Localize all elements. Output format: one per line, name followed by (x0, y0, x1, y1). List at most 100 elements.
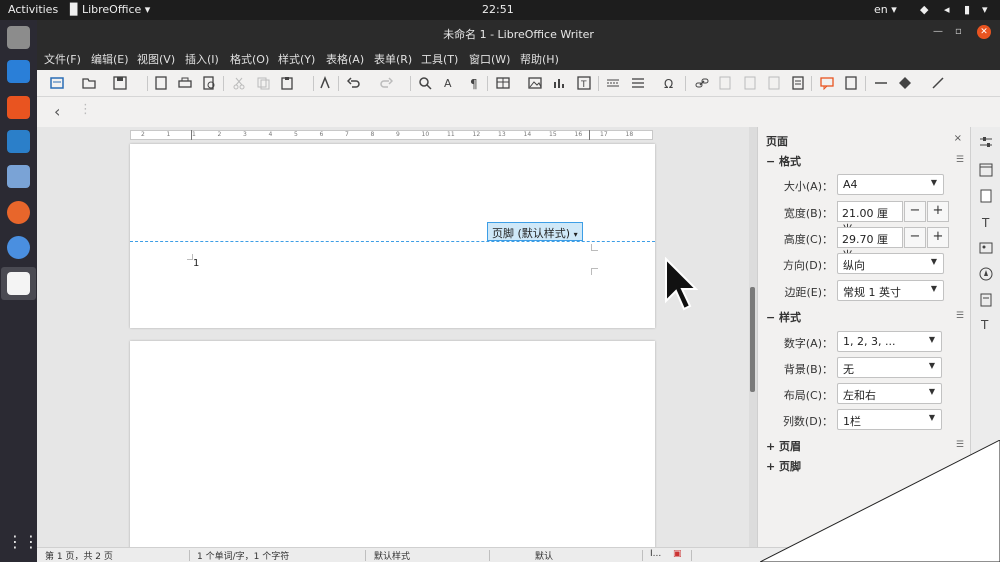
page-count-status[interactable]: 第 1 页，共 2 页 (45, 549, 113, 562)
insert-chart-icon[interactable] (552, 76, 566, 90)
menu-table[interactable]: 表格(A) (326, 51, 364, 67)
menu-form[interactable]: 表单(R) (374, 51, 412, 67)
horizontal-ruler[interactable]: 2 1 1 2 3 4 5 6 7 8 9 10 11 12 13 14 15 16 17 18 (130, 130, 653, 140)
clone-formatting-icon[interactable] (318, 76, 332, 90)
save-icon[interactable] (113, 76, 127, 90)
new-document-icon[interactable] (50, 76, 64, 90)
numbers-dropdown[interactable]: 1, 2, 3, ... ▼ (837, 331, 942, 352)
volume-icon[interactable]: ◂ (944, 3, 950, 16)
page-2[interactable] (130, 341, 655, 551)
back-icon[interactable]: ‹ (54, 102, 60, 121)
menu-styles[interactable]: 样式(Y) (278, 51, 315, 67)
print-icon[interactable] (178, 76, 192, 90)
help-icon[interactable] (7, 130, 30, 153)
width-decrease-button[interactable]: − (904, 201, 926, 222)
manage-changes-icon[interactable] (979, 293, 993, 307)
height-decrease-button[interactable]: − (904, 227, 926, 248)
insert-footnote-icon[interactable] (718, 76, 732, 90)
menu-format[interactable]: 格式(O) (230, 51, 269, 67)
system-menu-caret-icon[interactable]: ▾ (982, 3, 988, 16)
language-indicator[interactable]: en ▾ (874, 3, 897, 16)
styles-section-header[interactable]: − 样式 (766, 309, 801, 325)
basic-shapes-icon[interactable] (898, 76, 912, 90)
width-field[interactable]: 21.00 厘米 (837, 201, 903, 236)
page-number-field[interactable]: 1 (193, 258, 199, 269)
gallery-icon[interactable] (979, 241, 993, 255)
size-dropdown[interactable]: A4 ▼ (837, 174, 944, 195)
insert-bookmark-icon[interactable] (767, 76, 781, 90)
style-inspector-icon[interactable]: T (979, 215, 993, 229)
insert-cross-reference-icon[interactable] (791, 76, 805, 90)
menu-view[interactable]: 视图(V) (137, 51, 175, 67)
writer-document-icon[interactable] (7, 272, 30, 295)
battery-icon[interactable]: ▮ (964, 3, 970, 16)
maximize-icon[interactable]: ▫ (955, 26, 962, 37)
right-margin-marker[interactable] (589, 130, 597, 140)
print-preview-icon[interactable] (202, 76, 216, 90)
export-pdf-icon[interactable] (154, 76, 168, 90)
insert-image-icon[interactable] (528, 76, 542, 90)
orientation-dropdown[interactable]: 纵向 ▼ (837, 253, 944, 274)
insert-endnote-icon[interactable] (743, 76, 757, 90)
redo-icon[interactable] (379, 76, 393, 90)
clock[interactable]: 22:51 (482, 3, 514, 16)
app-menu[interactable]: ▉ LibreOffice ▾ (70, 3, 150, 16)
libreoffice-writer-icon[interactable] (7, 60, 30, 83)
document-modified-icon[interactable]: ▣ (673, 549, 682, 559)
insert-comment-icon[interactable] (820, 76, 834, 90)
page-1[interactable]: 页脚 (默认样式) ▾ 1 (130, 144, 655, 328)
vertical-scrollbar[interactable] (749, 127, 757, 547)
firefox-icon[interactable] (7, 201, 30, 224)
menu-window[interactable]: 窗口(W) (469, 51, 510, 67)
insert-table-icon[interactable] (496, 76, 510, 90)
insert-textbox-icon[interactable]: T (577, 76, 591, 90)
scrollbar-thumb[interactable] (750, 287, 755, 392)
undo-icon[interactable] (347, 76, 361, 90)
mail-icon[interactable] (7, 165, 30, 188)
draw-functions-icon[interactable] (931, 76, 945, 90)
menu-insert[interactable]: 插入(I) (185, 51, 219, 67)
spelling-icon[interactable]: A (442, 76, 456, 90)
chromium-icon[interactable] (7, 236, 30, 259)
menu-tools[interactable]: 工具(T) (421, 51, 458, 67)
files-icon[interactable] (7, 26, 30, 49)
page-style-status[interactable]: 默认样式 (374, 549, 410, 562)
width-increase-button[interactable]: + (927, 201, 949, 222)
paste-icon[interactable] (280, 76, 294, 90)
insert-mode-icon[interactable]: I... (650, 549, 661, 559)
show-applications-icon[interactable]: ⋮⋮ (7, 532, 39, 555)
columns-dropdown[interactable]: 1栏 ▼ (837, 409, 942, 430)
minimize-icon[interactable]: — (933, 26, 943, 37)
insert-line-icon[interactable] (874, 76, 888, 90)
close-sidebar-icon[interactable]: × (954, 133, 962, 144)
find-replace-icon[interactable] (418, 76, 432, 90)
page-deck-icon[interactable] (979, 189, 993, 203)
insert-hyperlink-icon[interactable] (695, 76, 709, 90)
software-center-icon[interactable] (7, 96, 30, 119)
wifi-icon[interactable]: ◆ (920, 3, 928, 16)
insert-page-break-icon[interactable] (606, 76, 620, 90)
navigator-icon[interactable] (979, 267, 993, 281)
footer-style-dropdown[interactable]: 页脚 (默认样式) ▾ (487, 222, 583, 241)
properties-icon[interactable] (979, 135, 993, 149)
height-increase-button[interactable]: + (927, 227, 949, 248)
track-changes-icon[interactable] (844, 76, 858, 90)
close-window-icon[interactable]: ✕ (977, 25, 991, 39)
document-area[interactable]: 2 1 1 2 3 4 5 6 7 8 9 10 11 12 13 14 15 16 17 18 页脚 (默认样式) … (37, 127, 749, 551)
styles-deck-icon[interactable] (979, 163, 993, 177)
open-icon[interactable] (82, 76, 96, 90)
menu-edit[interactable]: 编辑(E) (91, 51, 129, 67)
language-status[interactable]: 默认 (535, 549, 553, 562)
menu-help[interactable]: 帮助(H) (520, 51, 559, 67)
menu-file[interactable]: 文件(F) (44, 51, 81, 67)
formatting-marks-icon[interactable]: ¶ (467, 76, 481, 90)
copy-icon[interactable] (256, 76, 270, 90)
cut-icon[interactable] (232, 76, 246, 90)
word-count-status[interactable]: 1 个单词/字，1 个字符 (197, 549, 289, 562)
design-icon[interactable]: T (979, 317, 993, 331)
height-field[interactable]: 29.70 厘米 (837, 227, 903, 262)
margins-dropdown[interactable]: 常规 1 英寸 ▼ (837, 280, 944, 301)
special-character-icon[interactable]: Ω (663, 76, 677, 90)
insert-field-icon[interactable] (631, 76, 645, 90)
section-menu-icon[interactable]: ☰ (956, 311, 964, 321)
